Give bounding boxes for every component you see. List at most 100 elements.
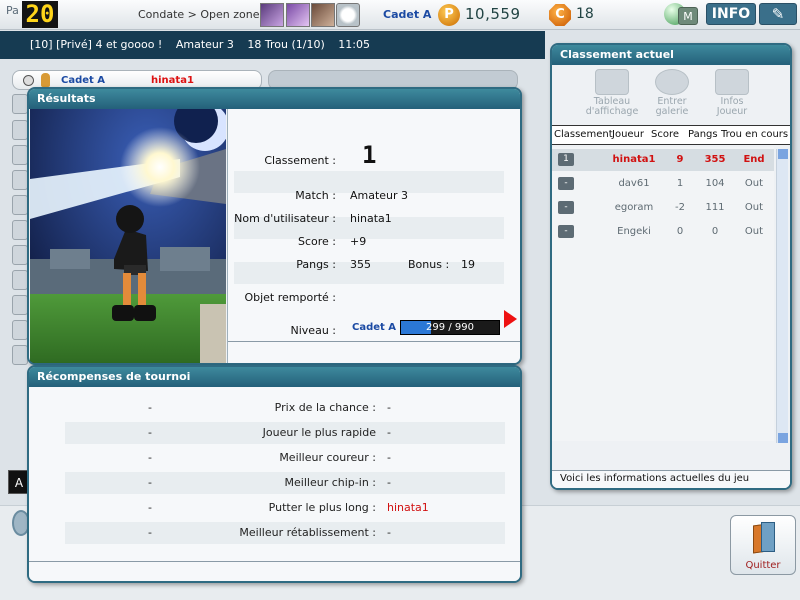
tournament-rewards-panel: Récompenses de tournoi - Prix de la chanc… [27, 365, 522, 583]
wrench-icon: ✎ [771, 5, 785, 23]
scoreboard-label: Tableau d'affichage [585, 96, 639, 117]
standing-position: - [558, 201, 574, 214]
standing-player-name: Engeki [617, 226, 651, 237]
scroll-up-icon[interactable] [778, 149, 788, 159]
scroll-down-icon[interactable] [778, 433, 788, 443]
reward-row: - Meilleur rétablissement :- [29, 522, 520, 544]
room-holes: 18 Trou (1/10) [247, 38, 325, 51]
player-slot-button[interactable] [12, 120, 28, 140]
pang-balance: 10,559 [465, 5, 521, 23]
reward-row: - Prix de la chance :- [29, 397, 520, 419]
standing-hole: Out [744, 226, 764, 237]
col-rank: Classement [554, 129, 613, 140]
match-label: Match : [295, 189, 336, 202]
reward-value: - [387, 476, 391, 489]
scoreboard-icon [595, 69, 629, 95]
reward-label: Meilleur chip-in : [284, 476, 376, 489]
player-slot-button[interactable] [12, 170, 28, 190]
player-slot-button[interactable] [12, 345, 28, 365]
player-slot-button[interactable] [12, 220, 28, 240]
reward-value: - [387, 451, 391, 464]
location-breadcrumb: Condate > Open zone [138, 8, 260, 21]
experience-bar: 299 / 990 [400, 320, 500, 335]
room-info-bar: [10] [Privé] 4 et goooo ! Amateur 3 18 T… [0, 31, 545, 59]
scoreboard-button[interactable]: Tableau d'affichage [584, 69, 640, 117]
player-slot-button[interactable] [12, 295, 28, 315]
player-slot-button[interactable] [12, 245, 28, 265]
info-button[interactable]: INFO [706, 3, 756, 25]
results-title: Résultats [29, 89, 520, 109]
settings-button[interactable]: ✎ [759, 3, 797, 25]
rank-label: Classement : [264, 154, 336, 167]
bonus-label: Bonus : [408, 258, 450, 271]
cookie-balance: 18 [576, 6, 594, 22]
standing-position: - [558, 177, 574, 190]
door-frame-icon [761, 522, 775, 552]
level-badge: 20 [22, 1, 58, 28]
bonus-value: 19 [461, 258, 475, 271]
standings-footer: Voici les informations actuelles du jeu [552, 470, 790, 488]
reward-player: - [148, 401, 152, 414]
gallery-label: Entrer galerie [655, 96, 689, 117]
level-label: Niveau : [290, 324, 336, 337]
room-time: 11:05 [338, 38, 370, 51]
standing-score: -2 [675, 202, 685, 213]
pang-coin-icon: P [438, 4, 460, 26]
reward-label: Joueur le plus rapide [262, 426, 376, 439]
rewards-list: - Prix de la chance : - - Joueur le plus rap… [29, 387, 520, 581]
standing-hole: Out [744, 178, 764, 189]
standing-hole: End [743, 154, 765, 165]
player-slot-button[interactable] [12, 145, 28, 165]
level-rank: Cadet A [352, 322, 397, 333]
next-arrow-icon[interactable] [504, 310, 517, 328]
standings-scrollbar[interactable] [776, 149, 788, 443]
player-info-button[interactable]: Infos Joueur [704, 69, 760, 117]
score-value: +9 [350, 235, 367, 248]
player-slot-button[interactable] [12, 195, 28, 215]
col-hole: Trou en cours [721, 129, 789, 140]
messenger-letter: M [678, 7, 698, 25]
player-rank: Cadet A [383, 8, 432, 21]
cookie-coin-icon: C [549, 4, 571, 26]
mute-icon[interactable] [23, 75, 34, 86]
standings-body: Tableau d'affichage Entrer galerie Infos… [552, 65, 790, 488]
standing-score: 9 [676, 154, 684, 165]
standings-list: 1 hinata1 9 355 End - dav61 1 104 Out - egoram -2 111… [552, 147, 774, 441]
gallery-icon [655, 69, 689, 95]
standings-row[interactable]: - dav61 1 104 Out [552, 173, 774, 195]
messenger-button[interactable]: M [664, 3, 700, 27]
standing-player-name: egoram [614, 202, 654, 213]
standings-panel: Classement actuel Tableau d'affichage En… [550, 43, 792, 490]
reward-label: Putter le plus long : [268, 501, 376, 514]
reward-label: Meilleur coureur : [279, 451, 376, 464]
golf-ball-icon[interactable] [336, 3, 360, 27]
player-slot-button[interactable] [12, 270, 28, 290]
player-slot-button[interactable] [12, 94, 28, 114]
reward-value: - [387, 401, 391, 414]
results-panel: Résultats Classement: 1 Match: Amateur… [27, 87, 522, 365]
character-portrait-2[interactable] [286, 3, 310, 27]
standing-pangs: 104 [705, 178, 725, 189]
reward-value: - [387, 526, 391, 539]
player-row-name: hinata1 [151, 75, 194, 86]
quit-button[interactable]: Quitter [730, 515, 796, 575]
col-score: Score [651, 129, 680, 140]
standing-hole: Out [744, 202, 764, 213]
reward-row: - Meilleur chip-in :- [29, 472, 520, 494]
character-scene-image [30, 109, 226, 363]
standings-row[interactable]: 1 hinata1 9 355 End [552, 149, 774, 171]
standings-row[interactable]: - egoram -2 111 Out [552, 197, 774, 219]
pangs-label: Pangs : [296, 258, 336, 271]
room-course: Amateur 3 [175, 38, 234, 51]
character-portrait-1[interactable] [260, 3, 284, 27]
reward-label: Prix de la chance : [274, 401, 376, 414]
player-slot-button[interactable] [12, 320, 28, 340]
club-icon[interactable] [311, 3, 335, 27]
standings-row[interactable]: - Engeki 0 0 Out [552, 221, 774, 243]
quit-label: Quitter [745, 560, 781, 571]
gallery-button[interactable]: Entrer galerie [644, 69, 700, 117]
standing-score: 0 [676, 226, 684, 237]
standing-pangs: 355 [704, 154, 726, 165]
standings-title: Classement actuel [552, 45, 790, 65]
match-value: Amateur 3 [350, 189, 409, 202]
